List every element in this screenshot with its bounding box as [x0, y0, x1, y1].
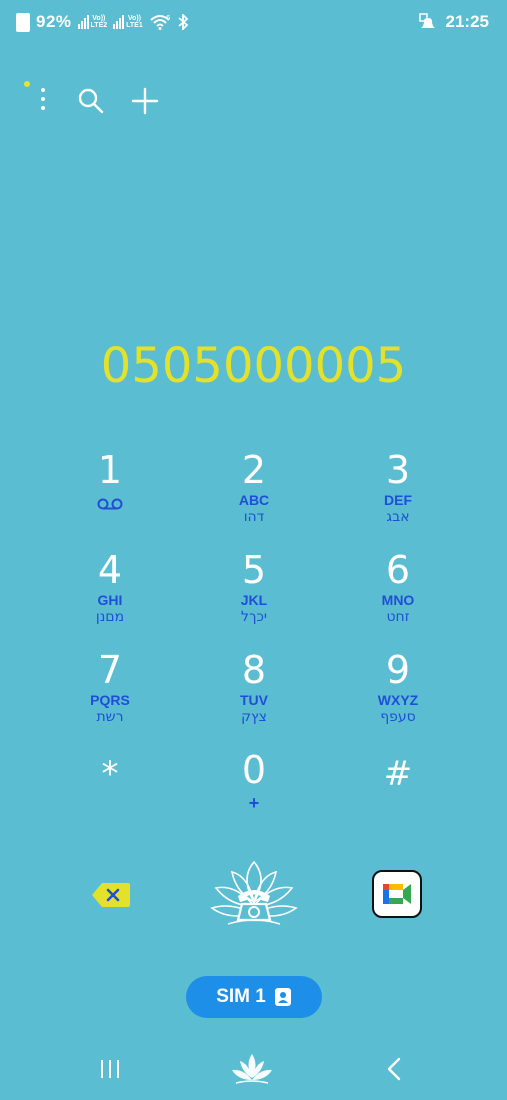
- key-2[interactable]: 2 ABC דהו: [182, 448, 326, 548]
- volte-label: Vo)): [92, 15, 106, 22]
- key-1[interactable]: 1: [38, 448, 182, 548]
- key-hebrew-letters: מםנן: [95, 609, 125, 625]
- key-digit: 3: [385, 448, 411, 492]
- sim-contact-icon: [274, 988, 291, 1006]
- key-letters: JKL: [240, 592, 268, 608]
- back-chevron-icon: [387, 1057, 401, 1081]
- sim1-network: Vo)) LTE1: [126, 15, 143, 29]
- key-hebrew-letters: דהו: [243, 509, 265, 525]
- lte1-label: LTE1: [126, 22, 143, 29]
- key-hash[interactable]: #: [326, 748, 470, 848]
- key-letters: TUV: [240, 692, 268, 708]
- sim2-signal: Vo)) LTE2: [77, 15, 108, 29]
- key-hebrew-letters: אבג: [386, 509, 410, 525]
- google-meet-icon: [383, 884, 411, 904]
- key-digit: 9: [385, 648, 411, 692]
- key-letters: DEF: [384, 492, 412, 508]
- lotus-home-icon: [232, 1054, 272, 1084]
- home-button[interactable]: [230, 1052, 274, 1086]
- volte-label: Vo)): [127, 15, 141, 22]
- status-bar: 92% Vo)) LTE2 Vo)) LTE1 6 21:25: [0, 0, 507, 46]
- key-digit: 4: [97, 548, 123, 592]
- signal-bars-icon: [77, 15, 89, 29]
- battery-icon: [16, 12, 30, 32]
- add-icon: [131, 87, 159, 115]
- search-icon: [78, 88, 104, 114]
- key-digit: 8: [241, 648, 267, 692]
- key-0[interactable]: 0 +: [182, 748, 326, 848]
- sim2-network: Vo)) LTE2: [91, 15, 108, 29]
- key-letters: MNO: [381, 592, 415, 608]
- key-hebrew-letters: יכךל: [240, 609, 267, 625]
- lte2-label: LTE2: [90, 22, 108, 29]
- key-digit: 2: [241, 448, 267, 492]
- key-4[interactable]: 4 GHI מםנן: [38, 548, 182, 648]
- wifi-icon: 6: [150, 14, 171, 30]
- sim-label: SIM 1: [216, 986, 266, 1007]
- status-left: 92% Vo)) LTE2 Vo)) LTE1 6: [16, 12, 189, 32]
- signal-bars-icon: [113, 15, 125, 29]
- key-3[interactable]: 3 DEF אבג: [326, 448, 470, 548]
- recents-icon: [101, 1060, 103, 1078]
- backspace-icon: [92, 883, 130, 907]
- key-8[interactable]: 8 TUV צץק: [182, 648, 326, 748]
- notification-icon: [418, 13, 435, 28]
- notification-dot: [24, 81, 30, 87]
- key-hebrew-letters: צץק: [241, 709, 267, 725]
- sim-select-button[interactable]: SIM 1: [186, 976, 322, 1018]
- svg-text:6: 6: [166, 14, 171, 22]
- bluetooth-icon: [178, 14, 189, 30]
- status-right: 21:25: [418, 12, 489, 32]
- recent-apps-button[interactable]: [99, 1058, 121, 1080]
- key-7[interactable]: 7 PQRS רשת: [38, 648, 182, 748]
- key-letters: ABC: [238, 492, 270, 508]
- search-button[interactable]: [76, 86, 106, 116]
- add-contact-button[interactable]: [130, 86, 160, 116]
- key-hebrew-letters: זחט: [386, 609, 410, 625]
- key-digit: 1: [97, 448, 123, 492]
- clock: 21:25: [445, 12, 489, 31]
- battery-percentage: 92%: [36, 12, 72, 31]
- key-digit: 5: [241, 548, 267, 592]
- backspace-button[interactable]: [90, 880, 132, 910]
- key-hebrew-letters: סעפף: [380, 709, 416, 725]
- key-letters: PQRS: [90, 692, 130, 708]
- dialed-number[interactable]: 0505000005: [0, 338, 507, 394]
- key-hebrew-letters: רשת: [96, 709, 124, 725]
- voicemail-icon: [97, 498, 123, 510]
- key-digit: 6: [385, 548, 411, 592]
- key-letters: WXYZ: [377, 692, 419, 708]
- sim1-signal: Vo)) LTE1: [113, 15, 143, 29]
- back-button[interactable]: [384, 1056, 404, 1082]
- key-digit: 0: [241, 748, 267, 792]
- key-9[interactable]: 9 WXYZ סעפף: [326, 648, 470, 748]
- key-letters: GHI: [97, 592, 123, 608]
- key-digit: 7: [97, 648, 123, 692]
- more-options-button[interactable]: [34, 86, 52, 114]
- call-button[interactable]: [208, 858, 300, 932]
- key-5[interactable]: 5 JKL יכךל: [182, 548, 326, 648]
- lotus-phone-icon: [210, 860, 298, 925]
- video-call-button[interactable]: [372, 870, 422, 918]
- more-options-icon: [41, 88, 45, 92]
- key-digit: *: [101, 754, 119, 794]
- dial-keypad: 1 2 ABC דהו 3 DEF אבג 4 GHI מםנן 5 JKL י…: [38, 448, 470, 818]
- key-plus-label: +: [248, 793, 260, 813]
- key-digit: #: [383, 754, 413, 794]
- key-star[interactable]: *: [38, 748, 182, 848]
- key-6[interactable]: 6 MNO זחט: [326, 548, 470, 648]
